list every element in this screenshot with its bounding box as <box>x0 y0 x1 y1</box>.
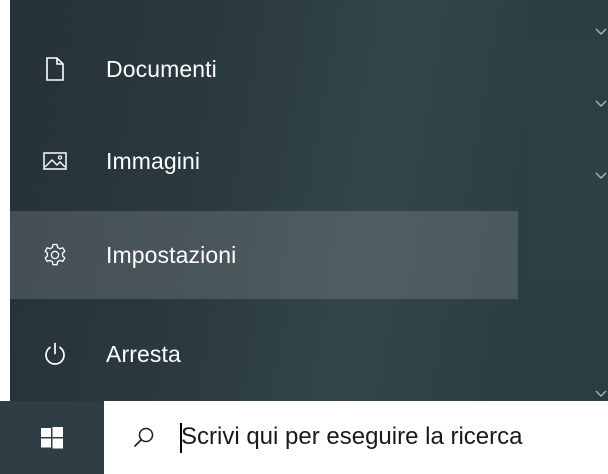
power-icon <box>42 341 68 367</box>
menu-item-label: Immagini <box>106 147 201 174</box>
chevron-down-icon[interactable] <box>594 24 608 38</box>
windows-logo-icon <box>41 426 63 449</box>
start-menu-item-documenti[interactable]: Documenti <box>10 25 518 113</box>
gear-icon <box>42 242 68 268</box>
search-icon <box>132 425 156 449</box>
document-icon <box>42 56 68 82</box>
menu-item-label: Documenti <box>106 55 217 82</box>
start-menu-item-immagini[interactable]: Immagini <box>10 117 518 205</box>
screen: Documenti Immagini Impostazioni Arresta … <box>0 0 608 474</box>
chevron-down-icon[interactable] <box>594 96 608 110</box>
search-placeholder: Scrivi qui per eseguire la ricerca <box>181 423 523 450</box>
menu-item-label: Arresta <box>106 340 181 367</box>
menu-item-label: Impostazioni <box>106 241 237 268</box>
start-menu-item-impostazioni[interactable]: Impostazioni <box>10 211 518 299</box>
pictures-icon <box>42 148 68 174</box>
taskbar-search-box[interactable]: Scrivi qui per eseguire la ricerca <box>104 401 608 474</box>
chevron-down-icon[interactable] <box>594 168 608 182</box>
start-menu-item-arresta[interactable]: Arresta <box>10 310 518 398</box>
chevron-down-icon[interactable] <box>594 386 608 400</box>
app-list-column <box>528 0 608 401</box>
start-button[interactable] <box>0 401 104 474</box>
desktop-edge <box>0 0 10 401</box>
